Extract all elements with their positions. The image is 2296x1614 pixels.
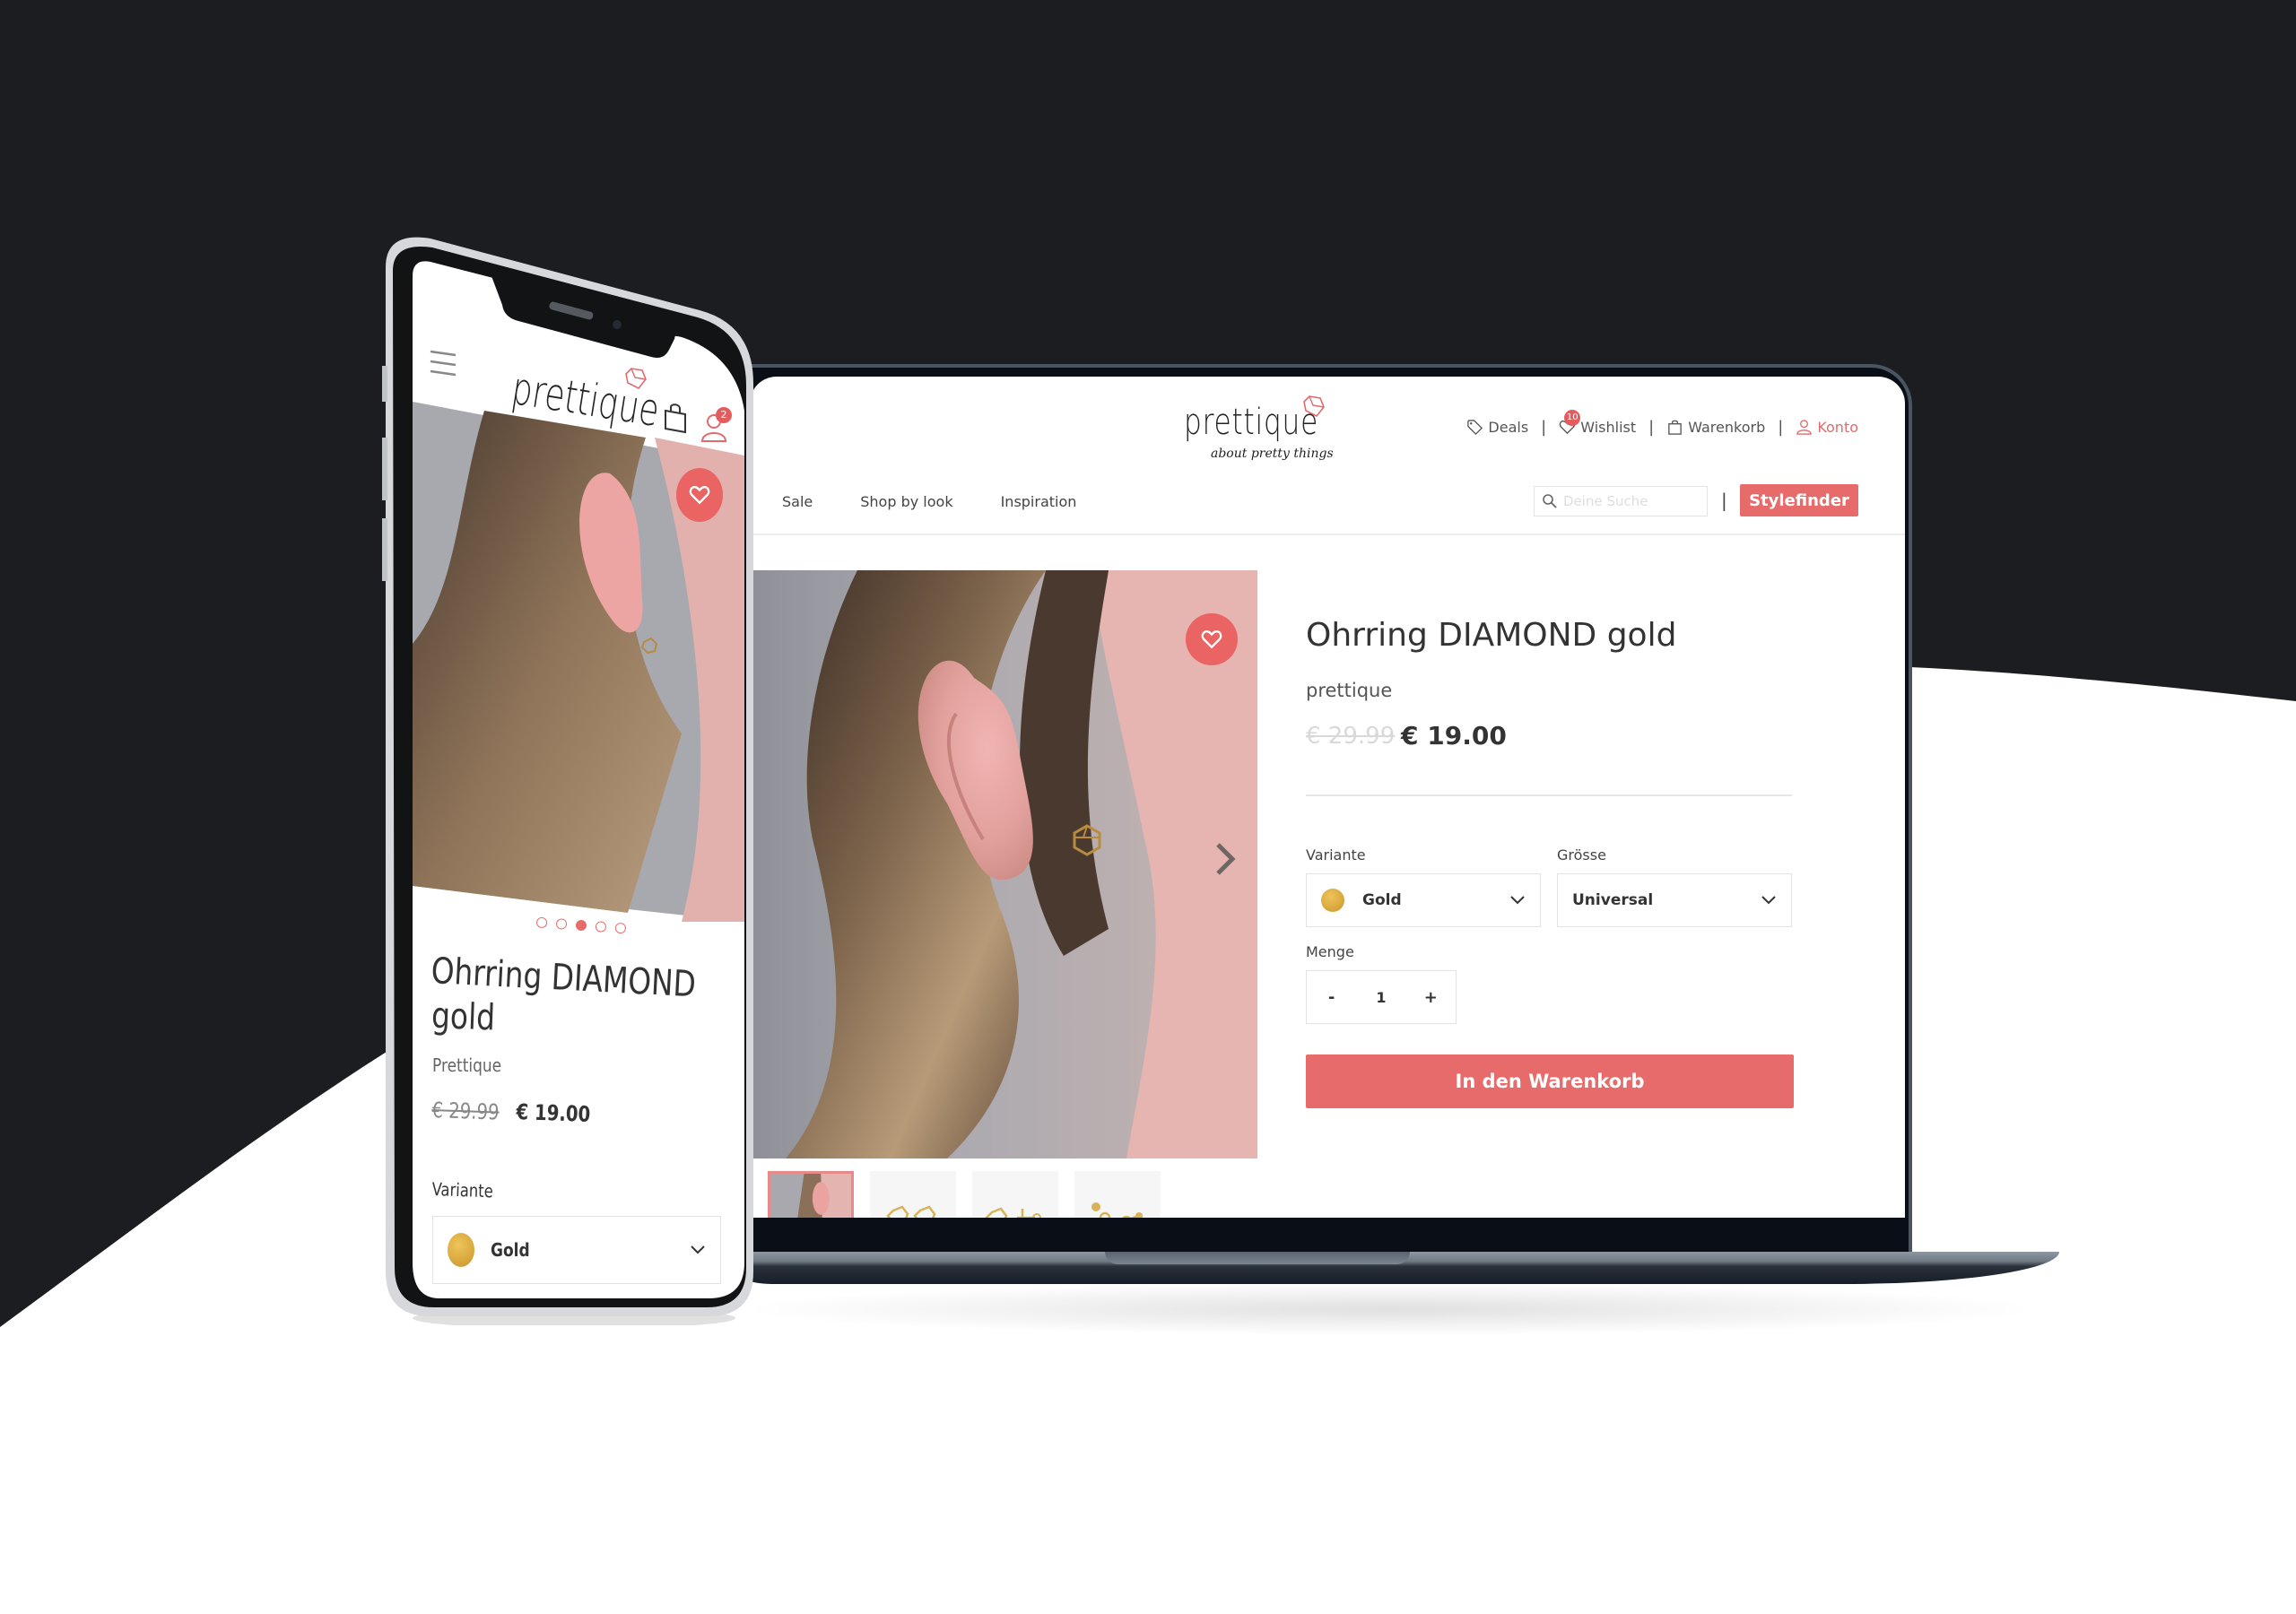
sale-price: € 19.00 [1401, 721, 1507, 751]
wishlist-count-badge: 10 [1564, 410, 1581, 426]
mobile-favorite-button[interactable] [676, 468, 723, 522]
gold-swatch [448, 1233, 474, 1267]
mobile-original-price: € 29.99 [431, 1098, 500, 1125]
quantity-input[interactable] [1362, 988, 1399, 1006]
price-divider [1306, 794, 1792, 796]
earring-side-icon [985, 1207, 1041, 1218]
carousel-dot-active[interactable] [575, 919, 587, 932]
carousel-dot[interactable] [614, 922, 627, 934]
thumbnail-earring-pair[interactable] [870, 1171, 956, 1218]
thumbnail-earring-side[interactable] [972, 1171, 1058, 1218]
heart-icon [689, 486, 710, 505]
cart-count-badge: 2 [716, 407, 732, 423]
chevron-down-icon [691, 1245, 705, 1254]
tag-icon [1467, 420, 1483, 436]
logo-tagline: about pretty things [1211, 447, 1334, 461]
nav-item-inspiration[interactable]: Inspiration [1001, 493, 1077, 510]
account-label: Konto [1817, 419, 1858, 436]
cart-label: Warenkorb [1688, 419, 1766, 436]
header-divider [750, 534, 1905, 535]
user-icon [1796, 420, 1813, 435]
mobile-product-title-line2: gold [430, 995, 496, 1039]
product-title: Ohrring DIAMOND gold [1306, 617, 1677, 654]
chevron-down-icon [1510, 896, 1525, 905]
wishlist-link[interactable]: 10 Wishlist [1559, 410, 1637, 436]
chevron-down-icon [1761, 896, 1776, 905]
separator: | [1648, 418, 1655, 437]
chevron-right-icon[interactable] [1211, 839, 1238, 879]
account-link[interactable]: Konto [1796, 419, 1858, 436]
quantity-increase-button[interactable]: + [1413, 988, 1448, 1007]
laptop-shadow [735, 1282, 2045, 1336]
mobile-variant-label: Variante [431, 1178, 494, 1202]
shopping-bag-icon[interactable] [664, 402, 687, 434]
model-ear-photo [770, 1174, 851, 1218]
search-input[interactable] [1563, 493, 1698, 509]
gem-icon [625, 368, 647, 390]
search-field[interactable] [1534, 486, 1708, 516]
variant-select[interactable]: Gold [1306, 873, 1541, 927]
logo-wordmark: prettique [1184, 402, 1319, 443]
add-to-cart-button[interactable]: In den Warenkorb [1306, 1054, 1794, 1108]
site-logo[interactable]: prettique about pretty things [1184, 395, 1363, 475]
size-value: Universal [1572, 891, 1654, 909]
mobile-sale-price: € 19.00 [516, 1099, 591, 1127]
deals-link[interactable]: Deals [1466, 419, 1528, 436]
earring-pair-icon [886, 1205, 936, 1218]
carousel-dot[interactable] [595, 921, 607, 933]
thumbnail-strip [768, 1171, 1161, 1218]
separator: | [1778, 418, 1784, 437]
search-icon [1543, 494, 1557, 508]
thumbnail-model-ear[interactable] [768, 1171, 854, 1218]
mobile-product-brand[interactable]: Prettique [432, 1054, 501, 1076]
gem-icon [1303, 395, 1325, 418]
product-image[interactable] [750, 570, 1257, 1158]
quantity-label: Menge [1306, 943, 1354, 960]
cart-link[interactable]: Warenkorb [1666, 419, 1765, 436]
nav-item-sale[interactable]: Sale [782, 493, 813, 510]
laptop-hinge [1105, 1252, 1410, 1264]
quantity-stepper: - + [1306, 970, 1457, 1024]
variant-value: Gold [1362, 891, 1402, 909]
carousel-dot[interactable] [535, 916, 548, 929]
separator: | [1541, 418, 1547, 437]
favorite-button[interactable] [1186, 613, 1238, 665]
model-ear-photo [750, 570, 1257, 1158]
carousel-dot[interactable] [555, 918, 568, 930]
nav-item-shop-by-look[interactable]: Shop by look [860, 493, 952, 510]
thumbnail-earring-backs[interactable] [1074, 1171, 1161, 1218]
separator: | [1721, 490, 1727, 511]
hamburger-menu-icon[interactable] [429, 348, 457, 378]
desktop-page: prettique about pretty things Deals | 10… [750, 377, 1905, 1218]
size-label: Grösse [1557, 846, 1606, 863]
main-nav: Sale Shop by look Inspiration [782, 493, 1076, 510]
shopping-bag-icon [1668, 420, 1683, 435]
size-select[interactable]: Universal [1557, 873, 1792, 927]
variant-label: Variante [1306, 846, 1366, 863]
stylefinder-button[interactable]: Stylefinder [1740, 484, 1858, 516]
account-links: Deals | 10 Wishlist | Warenkorb | Konto [1466, 410, 1858, 437]
heart-icon [1201, 630, 1222, 649]
deals-label: Deals [1488, 419, 1529, 436]
wishlist-label: Wishlist [1580, 419, 1637, 436]
original-price: € 29.99 [1306, 723, 1396, 750]
mobile-variant-value: Gold [491, 1239, 530, 1261]
product-brand[interactable]: prettique [1306, 680, 1392, 701]
mobile-variant-select[interactable]: Gold [432, 1216, 721, 1284]
gold-swatch [1321, 889, 1344, 912]
mobile-device: prettique 2 Ohrring DIAMOND gold Prettiq… [359, 231, 753, 1325]
quantity-decrease-button[interactable]: - [1314, 988, 1350, 1007]
earring-backs-icon [1091, 1202, 1143, 1218]
